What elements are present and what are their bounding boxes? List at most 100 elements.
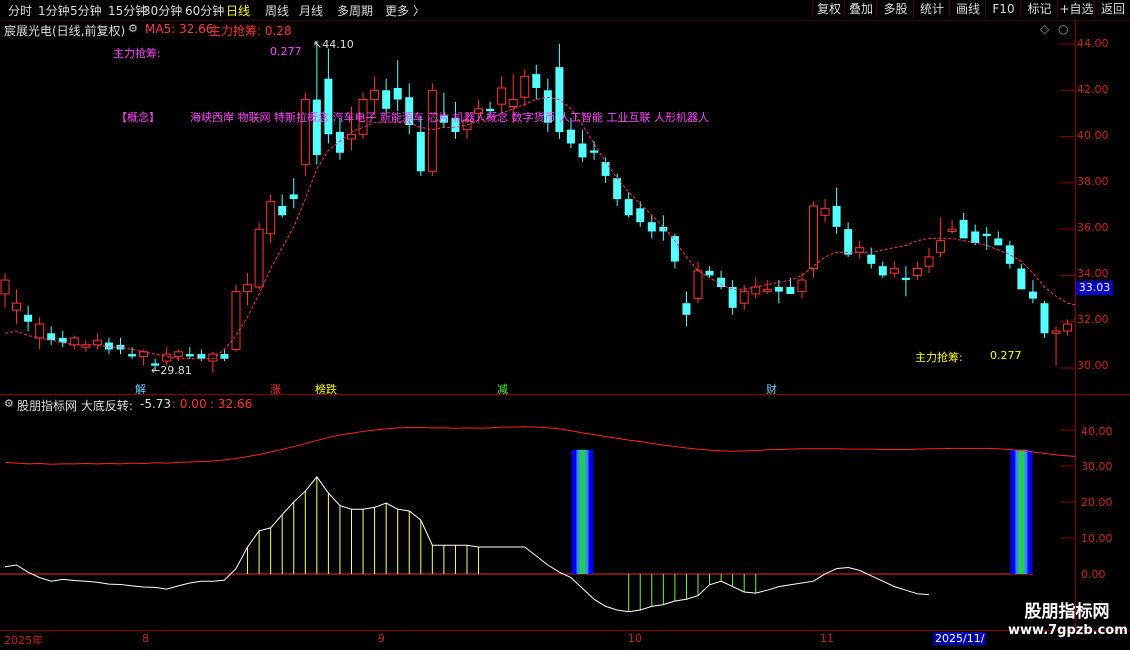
zl-value: 0.277 xyxy=(270,45,302,58)
signal-bar-inner xyxy=(579,449,586,574)
period-tab-4[interactable]: 30分钟 xyxy=(143,2,182,19)
candle-body xyxy=(936,240,946,253)
ind-tick: 30.00 xyxy=(1081,460,1113,473)
candle-body xyxy=(994,238,1003,246)
candle-body xyxy=(289,194,298,200)
period-tab-9[interactable]: 多周期 xyxy=(337,2,373,19)
candle-body xyxy=(139,351,149,357)
ind-tick: 0.00 xyxy=(1081,568,1106,581)
candle-body xyxy=(682,303,691,315)
period-tab-1[interactable]: 1分钟 xyxy=(38,2,70,19)
date-label: 9 xyxy=(378,632,385,645)
candle-body xyxy=(578,143,587,158)
candle-body xyxy=(751,286,761,295)
toolbar-button-1[interactable]: 叠加 xyxy=(844,1,877,18)
concept-list: 海峡西岸 物联网 特斯拉概念 汽车电子 新能源车 芯片 机器人概念 数字货币 人… xyxy=(190,111,709,124)
white-line xyxy=(4,475,930,613)
low-label: ←29.81 xyxy=(151,364,192,377)
period-tab-10[interactable]: 更多 〉 xyxy=(385,2,425,19)
ind-tick: 10.00 xyxy=(1081,532,1113,545)
candle-body xyxy=(924,256,934,267)
period-tab-0[interactable]: 分时 xyxy=(8,2,32,19)
candle-body xyxy=(231,291,241,350)
watermark-title: 股朋指标网 xyxy=(1024,602,1110,622)
toolbar-button-5[interactable]: F10 xyxy=(985,1,1021,18)
candle-body xyxy=(820,207,830,216)
candle-body xyxy=(324,78,333,135)
diamond-icon[interactable]: ◇ xyxy=(1040,22,1049,36)
candle-body xyxy=(959,219,968,239)
indicator-chart[interactable] xyxy=(0,412,1075,630)
price-tick: 36.00 xyxy=(1077,221,1109,234)
candle-body xyxy=(416,131,425,172)
zl-bottom-title: 主力抢筹: xyxy=(915,351,963,364)
toolbar-button-6[interactable]: 标记 xyxy=(1020,1,1058,18)
candle-body xyxy=(774,287,783,292)
candle-body xyxy=(1051,330,1061,334)
candle-body xyxy=(705,270,714,276)
candle-body xyxy=(266,200,276,235)
candle-body xyxy=(728,287,737,308)
price-tick: 38.00 xyxy=(1077,175,1109,188)
candle-body xyxy=(739,291,749,304)
candle-body xyxy=(0,279,10,295)
date-label: 10 xyxy=(628,632,642,645)
indicator-v3: : 32.66 xyxy=(210,397,253,411)
toolbar-button-7[interactable]: +自选 xyxy=(1057,1,1095,18)
gear-icon[interactable]: ⚙ xyxy=(4,397,14,410)
period-tab-2[interactable]: 5分钟 xyxy=(70,2,102,19)
kline-chart[interactable] xyxy=(0,37,1075,392)
candle-body xyxy=(1005,245,1014,264)
candle-body xyxy=(92,339,102,346)
candle-body xyxy=(670,236,679,262)
candle-body xyxy=(809,205,818,269)
price-tick: 44.00 xyxy=(1077,37,1109,50)
candle-body xyxy=(370,89,380,101)
candle-body xyxy=(335,131,344,153)
toolbar-button-4[interactable]: 画线 xyxy=(949,1,986,18)
candle-body xyxy=(220,354,229,359)
indicator-v1: -5.73 xyxy=(140,397,172,411)
high-label: ↖44.10 xyxy=(313,38,354,51)
signal-bar-inner xyxy=(1018,449,1025,574)
candle-body xyxy=(855,247,865,253)
ind-tick: 40.00 xyxy=(1081,425,1113,438)
toolbar-button-8[interactable]: 返回 xyxy=(1094,1,1130,18)
candle-body xyxy=(947,228,957,232)
toolbar-button-3[interactable]: 统计 xyxy=(913,1,950,18)
date-cursor-label: 2025/11/ xyxy=(933,632,987,645)
candle-body xyxy=(1040,303,1049,334)
zl-title: 主力抢筹: xyxy=(113,47,161,60)
candle-body xyxy=(889,267,899,274)
period-tab-7[interactable]: 周线 xyxy=(265,2,289,19)
candle-body xyxy=(520,75,530,98)
close-icon[interactable]: ○ xyxy=(1058,22,1068,36)
candle-body xyxy=(717,277,726,287)
candle-body xyxy=(47,333,56,341)
candle-body xyxy=(393,87,402,100)
toolbar-button-0[interactable]: 复权 xyxy=(812,1,845,18)
settings-icon[interactable]: ⚙ xyxy=(128,22,138,35)
candle-body xyxy=(197,354,206,359)
candle-body xyxy=(1028,291,1037,299)
candle-body xyxy=(173,351,183,357)
candle-body xyxy=(762,288,772,293)
concept-tag: 【概念】 xyxy=(116,111,160,124)
candle-body xyxy=(532,74,541,88)
candle-body xyxy=(69,337,79,346)
price-tick: 40.00 xyxy=(1077,129,1109,142)
candle-body xyxy=(35,323,45,339)
period-tab-5[interactable]: 60分钟 xyxy=(185,2,224,19)
candle-body xyxy=(624,199,633,216)
ma5-label: MA5: 32.66 xyxy=(145,22,214,36)
candle-body xyxy=(912,267,922,276)
toolbar-button-2[interactable]: 多股 xyxy=(876,1,914,18)
candle-body xyxy=(878,266,887,276)
period-tab-3[interactable]: 15分钟 xyxy=(108,2,147,19)
candle-body xyxy=(278,206,287,216)
candle-body xyxy=(497,87,507,105)
period-tab-6[interactable]: 日线 xyxy=(226,2,250,19)
candle-body xyxy=(24,314,33,322)
period-tab-8[interactable]: 月线 xyxy=(299,2,323,19)
candle-body xyxy=(12,302,22,311)
